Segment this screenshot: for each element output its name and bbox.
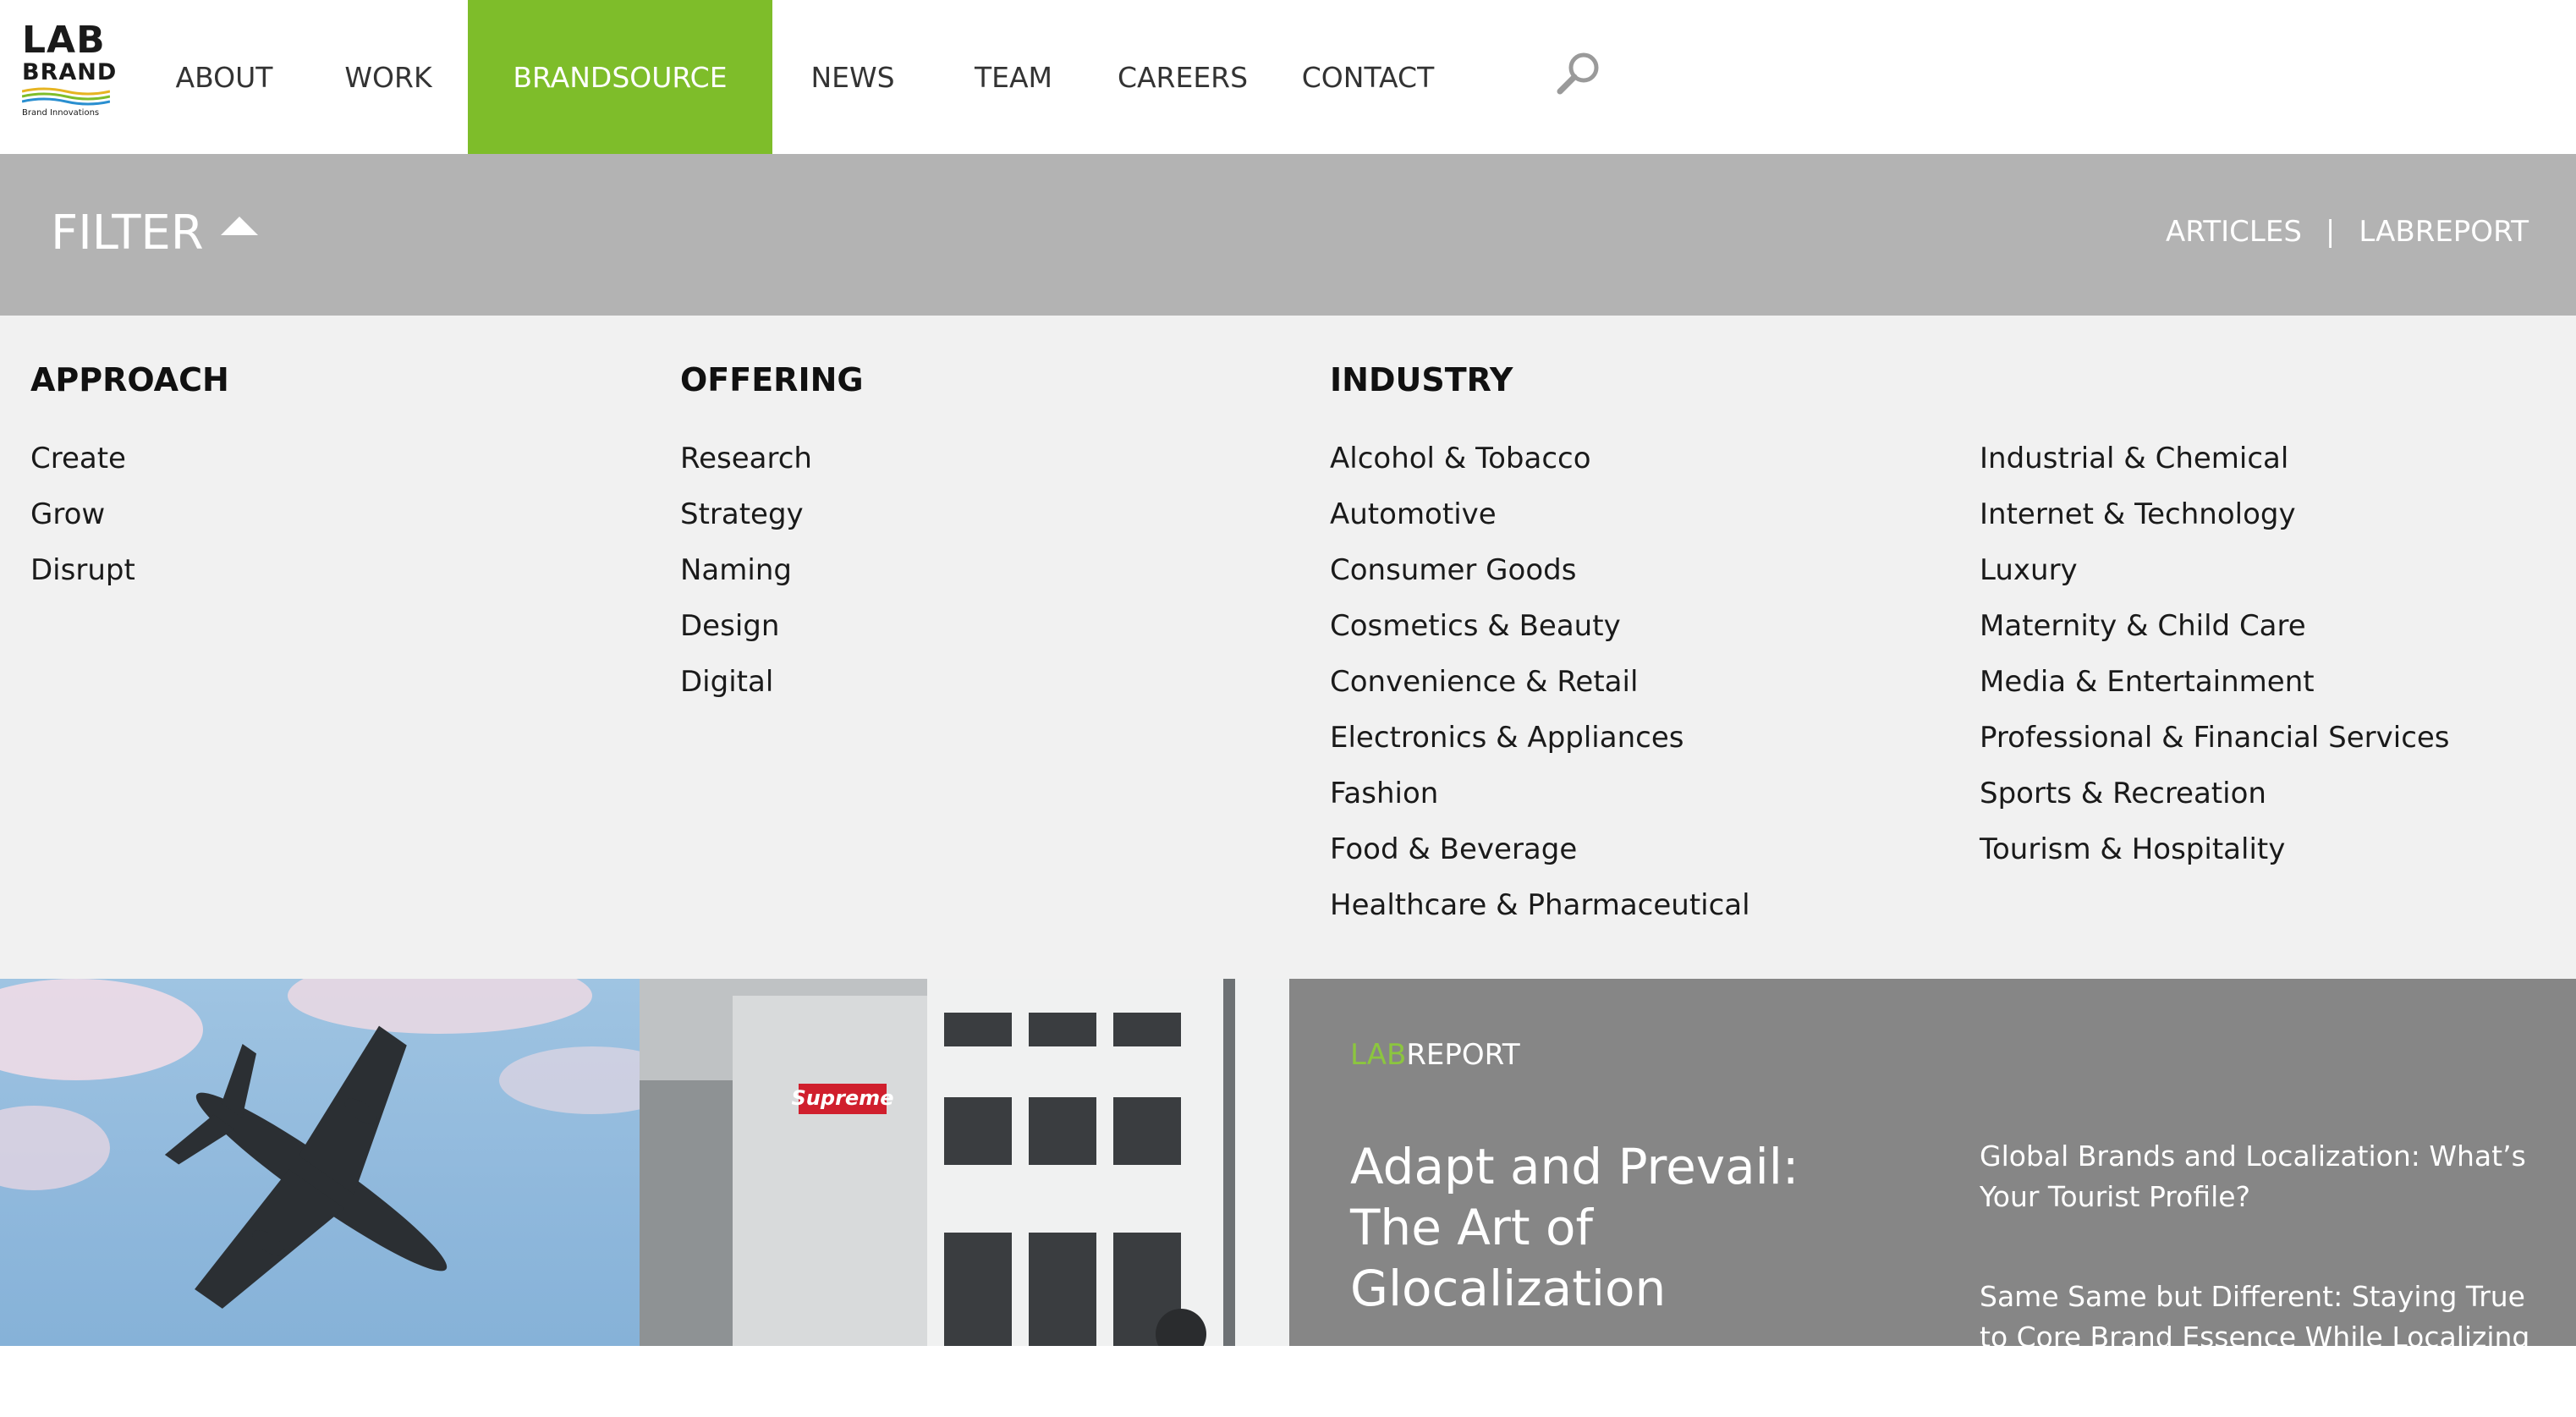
- filter-option-industry[interactable]: Electronics & Appliances: [1330, 718, 1750, 774]
- filter-option-industry[interactable]: Internet & Technology: [1980, 495, 2450, 551]
- nav-item-about[interactable]: ABOUT: [140, 0, 308, 154]
- filter-option-research[interactable]: Research: [680, 439, 864, 495]
- nav-item-work[interactable]: WORK: [308, 0, 469, 154]
- nav-item-team[interactable]: TEAM: [933, 0, 1094, 154]
- report-side-list: Global Brands and Localization: What’s Y…: [1980, 1136, 2538, 1417]
- featured-report-title[interactable]: Adapt and Prevail: The Art of Glocalizat…: [1350, 1136, 1892, 1319]
- link-separator: |: [2325, 215, 2336, 249]
- filter-label: FILTER: [51, 206, 204, 261]
- industry-column-right: Industrial & Chemical Internet & Technol…: [1980, 439, 2450, 886]
- filter-panel: APPROACH Create Grow Disrupt OFFERING Re…: [0, 316, 2576, 979]
- filter-type-links: ARTICLES | LABREPORT: [2166, 215, 2529, 249]
- offering-list: Research Strategy Naming Design Digital: [680, 439, 864, 718]
- logo-line-lab: LAB: [22, 19, 106, 62]
- filter-option-industry[interactable]: Healthcare & Pharmaceutical: [1330, 886, 1750, 942]
- filter-option-industry[interactable]: Cosmetics & Beauty: [1330, 607, 1750, 662]
- filter-bar: FILTER ARTICLES | LABREPORT: [0, 154, 2576, 316]
- logo-line-brand: BRAND: [22, 59, 118, 85]
- filter-option-industry[interactable]: Sports & Recreation: [1980, 774, 2450, 830]
- logo-waves-icon: [22, 87, 110, 106]
- filter-option-industry[interactable]: Tourism & Hospitality: [1980, 830, 2450, 886]
- approach-column: APPROACH Create Grow Disrupt: [30, 356, 229, 607]
- filter-option-create[interactable]: Create: [30, 439, 229, 495]
- site-header: LAB BRAND Brand Innovations ABOUT WORK B…: [0, 0, 2576, 154]
- labbrand-logo[interactable]: LAB BRAND Brand Innovations: [22, 19, 116, 120]
- logo-tagline: Brand Innovations: [22, 108, 100, 118]
- filter-option-strategy[interactable]: Strategy: [680, 495, 864, 551]
- airplane-article-image[interactable]: [0, 979, 640, 1346]
- filter-option-industry[interactable]: Convenience & Retail: [1330, 662, 1750, 718]
- nav-item-contact[interactable]: CONTACT: [1272, 0, 1464, 154]
- filter-option-industry[interactable]: Maternity & Child Care: [1980, 607, 2450, 662]
- airplane-photo: [0, 979, 640, 1309]
- filter-option-industry[interactable]: Professional & Financial Services: [1980, 718, 2450, 774]
- filter-option-industry[interactable]: Fashion: [1330, 774, 1750, 830]
- filter-option-industry[interactable]: Food & Beverage: [1330, 830, 1750, 886]
- offering-heading: OFFERING: [680, 361, 864, 398]
- nav-item-news[interactable]: NEWS: [772, 0, 933, 154]
- filter-option-industry[interactable]: Media & Entertainment: [1980, 662, 2450, 718]
- offering-column: OFFERING Research Strategy Naming Design…: [680, 356, 864, 718]
- filter-option-industry[interactable]: Industrial & Chemical: [1980, 439, 2450, 495]
- labreport-tag-lab: LAB: [1350, 1038, 1407, 1072]
- street-article-image[interactable]: Supreme: [640, 979, 1289, 1346]
- supreme-sign: Supreme: [792, 1086, 894, 1110]
- filter-option-disrupt[interactable]: Disrupt: [30, 551, 229, 607]
- labreport-tag-report: REPORT: [1406, 1038, 1520, 1072]
- labreport-panel: LABREPORT Adapt and Prevail: The Art of …: [1289, 979, 2576, 1354]
- filter-option-digital[interactable]: Digital: [680, 662, 864, 718]
- industry-list-right: Industrial & Chemical Internet & Technol…: [1980, 439, 2450, 886]
- filter-option-industry[interactable]: Automotive: [1330, 495, 1750, 551]
- filter-option-industry[interactable]: Alcohol & Tobacco: [1330, 439, 1750, 495]
- nav-item-brandsource[interactable]: BRANDSOURCE: [468, 0, 772, 154]
- search-icon[interactable]: [1555, 49, 1602, 96]
- approach-heading: APPROACH: [30, 361, 229, 398]
- filter-option-design[interactable]: Design: [680, 607, 864, 662]
- industry-heading: INDUSTRY: [1330, 361, 1513, 398]
- report-link[interactable]: Global Brands and Localization: What’s Y…: [1980, 1136, 2538, 1217]
- labreport-tag: LABREPORT: [1350, 1038, 1520, 1072]
- approach-list: Create Grow Disrupt: [30, 439, 229, 607]
- filter-option-industry[interactable]: Luxury: [1980, 551, 2450, 607]
- filter-option-grow[interactable]: Grow: [30, 495, 229, 551]
- caret-up-icon: [220, 217, 258, 235]
- filter-option-naming[interactable]: Naming: [680, 551, 864, 607]
- filter-option-industry[interactable]: Consumer Goods: [1330, 551, 1750, 607]
- articles-link[interactable]: ARTICLES: [2166, 215, 2302, 249]
- labreport-link[interactable]: LABREPORT: [2359, 215, 2529, 249]
- industry-list-left: Alcohol & Tobacco Automotive Consumer Go…: [1330, 439, 1750, 942]
- filter-toggle[interactable]: FILTER: [51, 206, 258, 261]
- industry-column: INDUSTRY Alcohol & Tobacco Automotive Co…: [1330, 356, 1750, 942]
- street-photo: Supreme: [640, 979, 1289, 1346]
- nav-item-careers[interactable]: CAREERS: [1094, 0, 1272, 154]
